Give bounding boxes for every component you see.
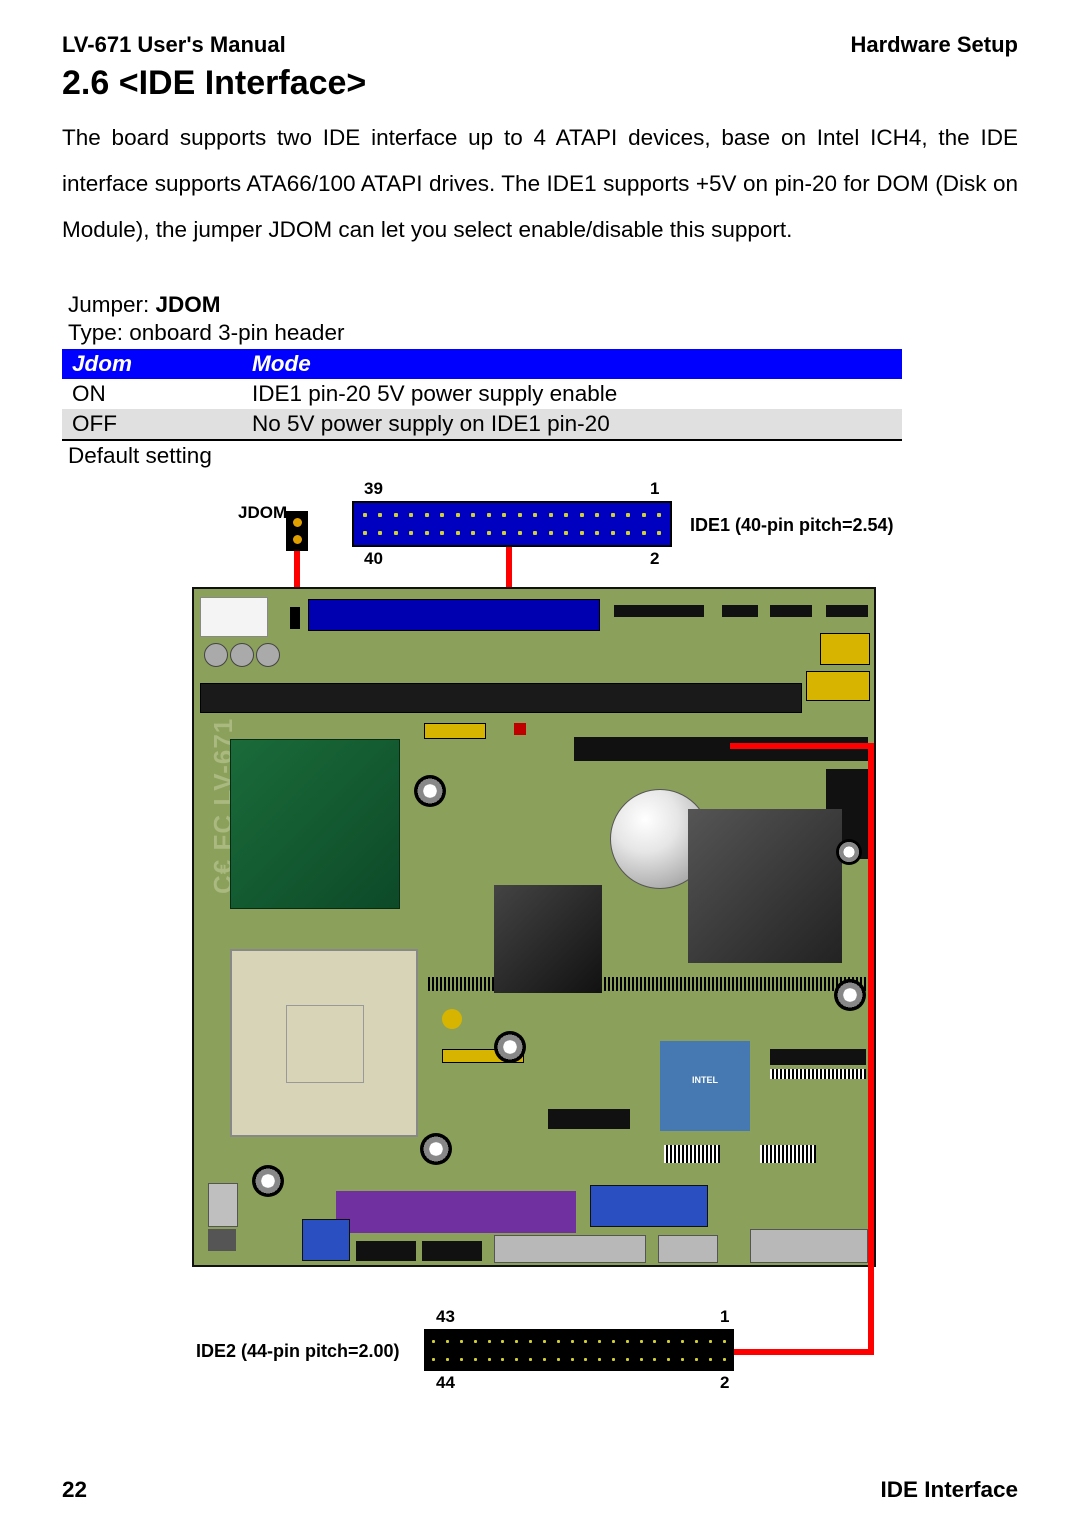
pin-header xyxy=(826,605,868,617)
io-port xyxy=(422,1241,482,1261)
jdom-jumper-callout xyxy=(286,511,308,551)
ide2-onboard xyxy=(574,737,868,761)
pin-header xyxy=(548,1109,630,1129)
manual-title: LV-671 User's Manual xyxy=(62,32,286,58)
ide2-pin-1: 1 xyxy=(720,1307,729,1327)
io-port xyxy=(750,1229,868,1263)
board-diagram: 39 1 40 2 IDE1 (40-pin pitch=2.54) JDOM … xyxy=(62,479,1022,1419)
jdom-cell: IDE1 pin-20 5V power supply enable xyxy=(242,379,902,409)
pin-header xyxy=(614,605,704,617)
mounting-hole-icon xyxy=(836,839,862,865)
default-setting: Default setting xyxy=(62,441,1018,471)
pin-header xyxy=(770,1069,866,1079)
jdom-cell: No 5V power supply on IDE1 pin-20 xyxy=(242,409,902,440)
ide2-label: IDE2 (44-pin pitch=2.00) xyxy=(196,1341,400,1362)
jdom-table-header: Jdom Mode xyxy=(62,349,902,379)
dimm-slot xyxy=(200,683,802,713)
jdom-table-row: ON IDE1 pin-20 5V power supply enable xyxy=(62,379,902,409)
ide2-pin-43: 43 xyxy=(436,1307,455,1327)
ide1-pin-39: 39 xyxy=(364,479,383,499)
header-yellow xyxy=(820,633,870,665)
io-port xyxy=(494,1235,646,1263)
chipset-chip xyxy=(494,885,602,993)
jumper-name-line: Jumper: JDOM xyxy=(62,291,1018,319)
intel-ich4-chip xyxy=(688,809,842,963)
section-title: 2.6 <IDE Interface> xyxy=(62,64,1018,103)
cpu-chip xyxy=(230,739,400,909)
power-connector xyxy=(200,597,268,637)
pin-header xyxy=(722,605,758,617)
cpu-socket xyxy=(230,949,418,1137)
jdom-table: Jdom Mode ON IDE1 pin-20 5V power supply… xyxy=(62,349,902,441)
jdom-label: JDOM xyxy=(238,503,287,523)
pin-header xyxy=(770,605,812,617)
io-port xyxy=(658,1235,718,1263)
mounting-hole-icon xyxy=(414,775,446,807)
callout-line xyxy=(868,743,874,1355)
jumper-name: JDOM xyxy=(156,292,221,317)
ide1-onboard xyxy=(308,599,600,631)
page-footer: 22 IDE Interface xyxy=(62,1477,1018,1503)
ide2-connector-callout xyxy=(424,1329,734,1371)
header-yellow xyxy=(806,671,870,701)
pcb-board: C€ FC LV-671 xyxy=(192,587,876,1267)
io-connector xyxy=(208,1229,236,1251)
jdom-table-row: OFF No 5V power supply on IDE1 pin-20 xyxy=(62,409,902,440)
jdom-header-col1: Jdom xyxy=(62,349,242,379)
ide2-pin-44: 44 xyxy=(436,1373,455,1393)
ide1-pin-2: 2 xyxy=(650,549,659,569)
jdom-onboard xyxy=(290,607,300,629)
page-header: LV-671 User's Manual Hardware Setup xyxy=(62,32,1018,58)
footer-title: IDE Interface xyxy=(880,1477,1018,1503)
pin-header xyxy=(664,1145,720,1163)
jdom-cell: ON xyxy=(62,379,242,409)
jumper-label-prefix: Jumper: xyxy=(68,292,156,317)
jdom-cell: OFF xyxy=(62,409,242,440)
mounting-hole-icon xyxy=(834,979,866,1011)
io-port xyxy=(356,1241,416,1261)
chip-label: INTEL xyxy=(660,1075,750,1085)
pci-slot xyxy=(336,1191,576,1233)
jdom-header-col2: Mode xyxy=(242,349,902,379)
ide2-pin-2: 2 xyxy=(720,1373,729,1393)
callout-line xyxy=(730,743,874,749)
mounting-hole-icon xyxy=(420,1133,452,1165)
ide1-connector-callout xyxy=(352,501,672,547)
chapter-title: Hardware Setup xyxy=(851,32,1019,58)
io-port xyxy=(302,1219,350,1261)
io-connector xyxy=(208,1183,238,1227)
page-number: 22 xyxy=(62,1477,87,1503)
ide1-pin-1: 1 xyxy=(650,479,659,499)
jumper-type-line: Type: onboard 3-pin header xyxy=(62,319,1018,347)
ide1-pin-40: 40 xyxy=(364,549,383,569)
section-body: The board supports two IDE interface up … xyxy=(62,115,1018,253)
io-port xyxy=(590,1185,708,1227)
ide1-label: IDE1 (40-pin pitch=2.54) xyxy=(690,515,894,536)
header-yellow xyxy=(442,1009,462,1029)
header-red xyxy=(514,723,526,735)
pin-header xyxy=(770,1049,866,1065)
mounting-hole-icon xyxy=(252,1165,284,1197)
header-yellow xyxy=(424,723,486,739)
pin-header xyxy=(760,1145,816,1163)
intel-lan-chip: INTEL xyxy=(660,1041,750,1131)
